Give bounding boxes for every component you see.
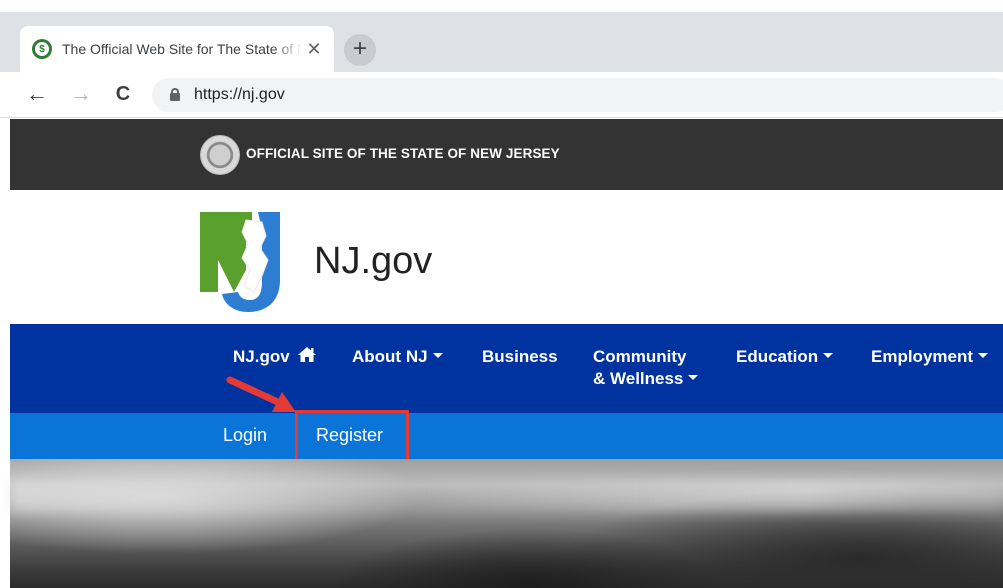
browser-tab[interactable]: $ The Official Web Site for The State of… — [20, 26, 334, 72]
address-bar[interactable]: https://nj.gov — [152, 78, 1003, 112]
browser-toolbar: ← → C https://nj.gov — [0, 72, 1003, 118]
back-arrow-icon[interactable]: ← — [24, 82, 50, 108]
new-tab-button[interactable]: + — [344, 34, 376, 66]
reload-icon[interactable]: C — [110, 82, 136, 108]
chevron-down-icon — [978, 353, 989, 359]
site-header: NJ NJ.gov — [10, 190, 1003, 324]
tab-title: The Official Web Site for The State of N… — [62, 41, 302, 57]
nav-item-label-line2: & Wellness — [593, 369, 684, 388]
site-brand-title[interactable]: NJ.gov — [314, 240, 432, 283]
logo-lettering: NJ — [200, 210, 202, 211]
chevron-down-icon — [823, 353, 834, 359]
main-nav: NJ.gov About NJ Business Community & Wel… — [10, 324, 1003, 413]
pointer-arrow-icon — [226, 376, 296, 412]
browser-tabstrip: $ The Official Web Site for The State of… — [0, 0, 1003, 72]
nav-item-label: Community — [593, 347, 687, 366]
nav-item-community-wellness[interactable]: Community & Wellness — [593, 346, 699, 390]
nav-item-education[interactable]: Education — [736, 346, 834, 368]
tabstrip-top-margin — [0, 0, 1003, 12]
login-link[interactable]: Login — [223, 425, 267, 446]
url-text: https://nj.gov — [194, 86, 285, 103]
chevron-down-icon — [432, 353, 443, 359]
favicon-icon: $ — [32, 39, 52, 59]
official-site-bar: OFFICIAL SITE OF THE STATE OF NEW JERSEY — [10, 119, 1003, 190]
nav-item-label: Education — [736, 347, 819, 366]
lock-icon — [170, 88, 180, 101]
nav-item-label: NJ.gov — [233, 347, 290, 366]
nav-item-employment[interactable]: Employment — [871, 346, 989, 368]
nav-item-home[interactable]: NJ.gov — [233, 346, 317, 368]
home-icon — [298, 347, 317, 362]
chevron-down-icon — [688, 375, 699, 381]
hero-image — [10, 459, 1003, 588]
nj-logo-icon[interactable]: NJ — [200, 210, 296, 312]
hero-image-highlight — [10, 481, 1003, 511]
nav-item-label: Employment — [871, 347, 974, 366]
state-seal-icon — [200, 135, 240, 175]
official-site-text: OFFICIAL SITE OF THE STATE OF NEW JERSEY — [246, 146, 560, 161]
nav-item-label: Business — [482, 347, 558, 366]
account-subnav: Login Register — [10, 413, 1003, 459]
forward-arrow-icon[interactable]: → — [68, 82, 94, 108]
nav-item-business[interactable]: Business — [482, 346, 558, 368]
nav-item-about-nj[interactable]: About NJ — [352, 346, 443, 368]
nav-item-label: About NJ — [352, 347, 428, 366]
tab-close-icon[interactable]: ✕ — [304, 39, 324, 60]
